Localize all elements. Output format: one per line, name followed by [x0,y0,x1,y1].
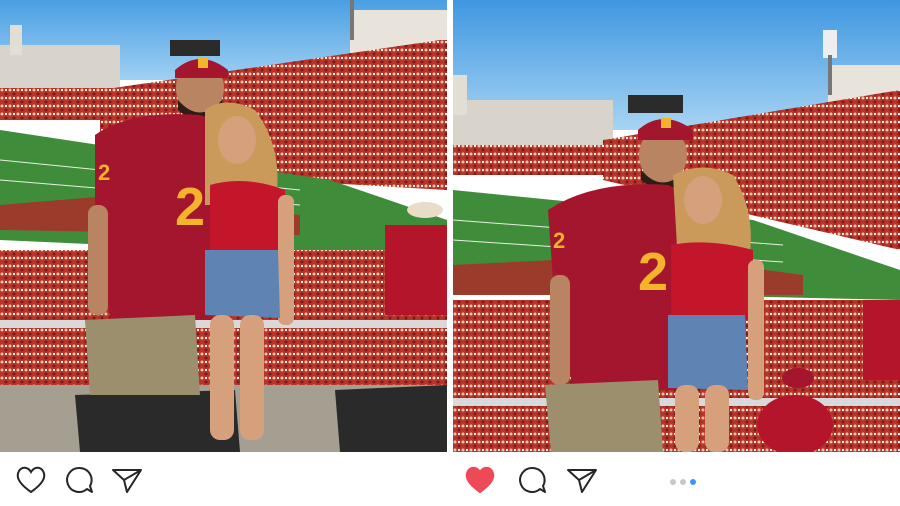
comment-button[interactable] [62,464,96,496]
post-right: 2 2 [453,0,900,506]
post-photo[interactable]: 2 2 [453,0,900,452]
carousel-dot[interactable] [670,479,676,485]
post-action-bar [0,452,447,506]
post-action-bar [453,452,900,506]
share-button[interactable] [110,464,144,496]
like-button[interactable] [14,464,48,496]
paper-plane-icon [112,469,142,493]
svg-text:2: 2 [98,160,110,185]
post-left: 2 2 [0,0,447,506]
heart-icon [465,466,495,494]
carousel-dot[interactable] [680,479,686,485]
stadium-couple-photo: 2 2 [453,0,900,452]
heart-icon [16,466,46,494]
svg-text:2: 2 [553,228,565,253]
comment-bubble-icon [66,466,93,493]
like-button[interactable] [463,464,497,496]
share-button[interactable] [565,464,599,496]
post-photo[interactable]: 2 2 [0,0,447,452]
comment-button[interactable] [515,464,549,496]
svg-text:2: 2 [638,242,668,302]
paper-plane-icon [567,469,597,493]
stadium-couple-photo: 2 2 [0,0,447,452]
carousel-dot-active[interactable] [690,479,696,485]
svg-text:2: 2 [175,177,205,237]
comment-bubble-icon [519,466,546,493]
carousel-indicator [670,479,696,485]
